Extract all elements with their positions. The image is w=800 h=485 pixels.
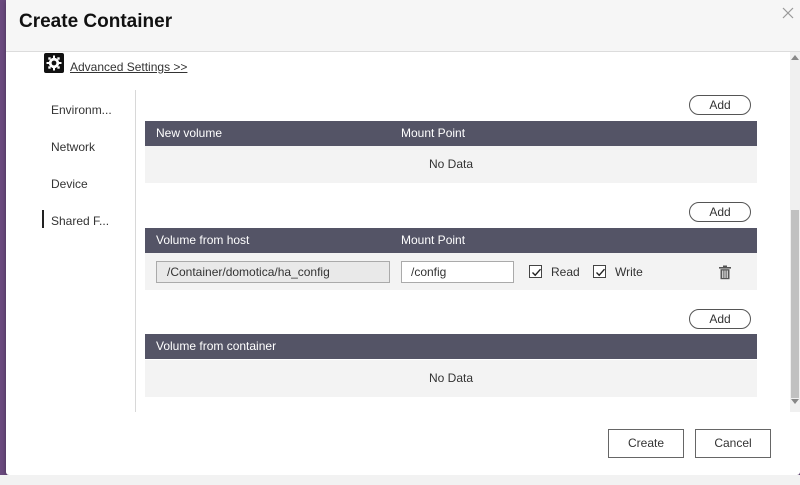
host-volume-table-header: Volume from host Mount Point [145,228,757,253]
column-header-volume-from-host: Volume from host [156,233,250,247]
advanced-settings-link[interactable]: Advanced Settings >> [70,60,187,74]
nav-divider [135,90,136,412]
settings-nav: Environm... Network Device Shared F... [42,90,134,238]
add-host-volume-button[interactable]: Add [689,202,751,222]
trash-icon[interactable] [718,265,732,280]
gear-icon [44,53,64,73]
write-checkbox[interactable] [593,265,606,278]
scrollbar-thumb[interactable] [791,210,799,398]
column-header-volume-from-container: Volume from container [156,339,277,353]
nav-active-indicator [42,210,44,228]
nav-item-shared-folders[interactable]: Shared F... [42,201,134,238]
checkmark-icon [532,268,542,277]
create-container-dialog: Create Container Advanced Settings >> En… [6,0,800,475]
column-header-mount-point: Mount Point [401,233,466,247]
empty-state-text: No Data [428,371,474,385]
dialog-header: Create Container [6,0,800,52]
host-path-field[interactable]: /Container/domotica/ha_config [156,261,390,283]
checkmark-icon [596,268,606,277]
scroll-down-icon[interactable] [791,399,799,404]
container-volume-table-header: Volume from container [145,334,757,359]
nav-item-environment[interactable]: Environm... [42,90,134,127]
scroll-up-icon[interactable] [791,55,799,60]
column-header-new-volume: New volume [156,126,223,140]
add-new-volume-button[interactable]: Add [689,95,751,115]
write-label: Write [615,265,643,279]
create-button[interactable]: Create [608,429,684,458]
column-header-mount-point: Mount Point [401,126,466,140]
read-checkbox[interactable] [529,265,542,278]
dialog-title: Create Container [19,11,173,32]
nav-item-device[interactable]: Device [42,164,134,201]
cancel-button[interactable]: Cancel [695,429,771,458]
new-volume-table-header: New volume Mount Point [145,121,757,146]
new-volume-table-body: No Data [145,146,757,183]
container-volume-table-body: No Data [145,360,757,397]
mount-point-field[interactable]: /config [401,261,514,283]
empty-state-text: No Data [428,157,474,171]
read-label: Read [551,265,580,279]
close-icon[interactable] [780,5,796,21]
nav-item-network[interactable]: Network [42,127,134,164]
add-container-volume-button[interactable]: Add [689,309,751,329]
background-window-strip [0,475,800,485]
